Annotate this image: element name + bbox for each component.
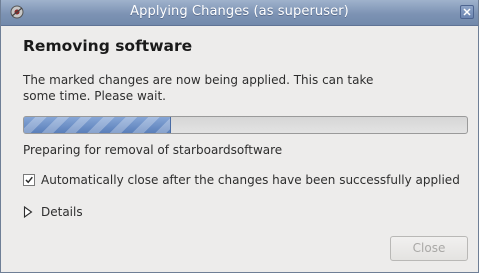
status-text: Preparing for removal of starboardsoftwa…	[23, 143, 283, 157]
close-icon	[463, 8, 471, 16]
progress-bar	[23, 116, 468, 134]
window-close-button[interactable]	[460, 5, 474, 19]
details-label: Details	[41, 205, 83, 219]
auto-close-label: Automatically close after the changes ha…	[41, 173, 460, 187]
close-button-label: Close	[412, 241, 446, 255]
triangle-right-icon	[23, 206, 33, 218]
window-title: Applying Changes (as superuser)	[130, 4, 349, 19]
close-button[interactable]: Close	[390, 236, 468, 261]
dialog-heading: Removing software	[23, 37, 193, 55]
dialog-window: Applying Changes (as superuser) Removing…	[0, 0, 479, 273]
dialog-description: The marked changes are now being applied…	[23, 73, 374, 103]
checkmark-icon	[25, 176, 33, 184]
progress-fill	[24, 117, 172, 133]
auto-close-option[interactable]: Automatically close after the changes ha…	[23, 173, 460, 187]
details-expander[interactable]: Details	[23, 205, 83, 219]
title-bar[interactable]: Applying Changes (as superuser)	[1, 0, 478, 26]
auto-close-checkbox[interactable]	[23, 174, 35, 186]
